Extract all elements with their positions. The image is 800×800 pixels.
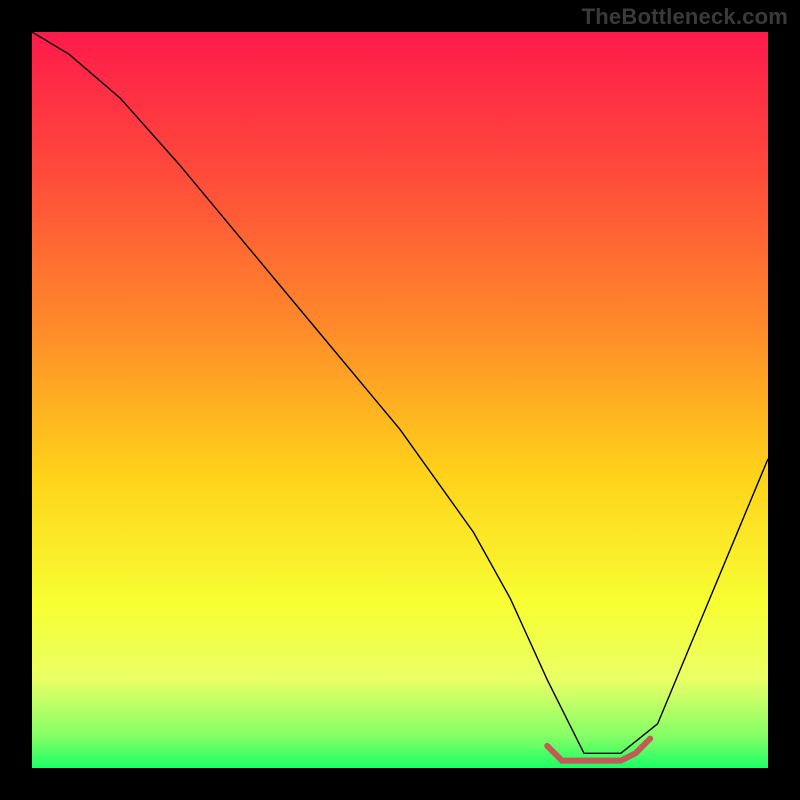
curve-layer [32,32,768,768]
plot-area [32,32,768,768]
chart-container: TheBottleneck.com [0,0,800,800]
watermark-text: TheBottleneck.com [582,4,788,30]
bottleneck-curve [32,32,768,753]
